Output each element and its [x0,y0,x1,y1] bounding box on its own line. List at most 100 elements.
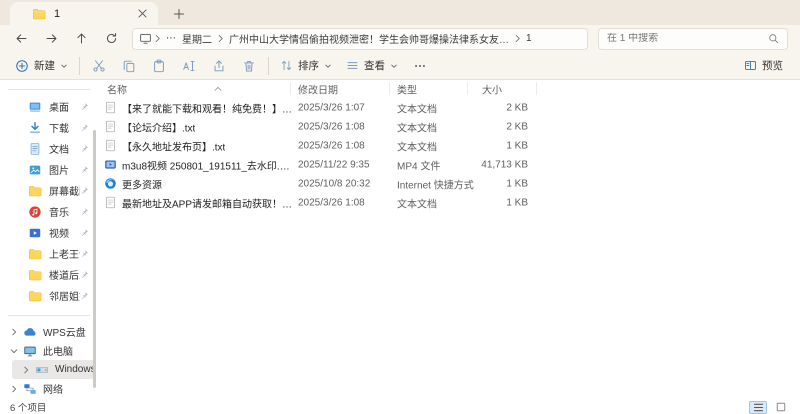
sidebar-item-pinned-folder[interactable]: 楼道后入健身 [0,264,98,285]
sidebar-item-network[interactable]: 网络 [0,379,98,398]
sidebar-item-this-pc[interactable]: 此电脑 [0,341,98,360]
new-button[interactable]: 新建 [8,54,75,78]
folder-icon [28,184,42,198]
details-view-button[interactable] [749,400,767,414]
chevron-right-icon [10,385,18,393]
pin-icon [80,123,89,132]
sidebar-scrollbar[interactable] [93,130,96,388]
pin-icon [80,165,89,174]
pin-icon [80,249,89,258]
chevron-down-icon [324,62,332,70]
paste-button[interactable] [144,54,174,78]
cloud-icon [23,325,37,339]
tab-title: 1 [54,7,61,20]
breadcrumb-day[interactable]: 星期二 [179,31,215,46]
music-icon [28,205,42,219]
pictures-icon [28,163,42,177]
internet-shortcut-icon [104,177,117,190]
navigation-pane: 桌面 下载 文档 图片 屏幕截 音乐 视频 上老王 楼道后 邻居姐 WPS云盘 … [0,80,98,400]
folder-icon [32,7,46,21]
videos-icon [28,226,42,240]
computer-icon [23,344,37,358]
chevron-right-icon [217,34,224,43]
pin-icon [80,186,89,195]
pin-icon [80,291,89,300]
column-header-date[interactable]: 修改日期 [298,82,338,97]
column-divider[interactable] [467,82,468,95]
forward-button[interactable] [38,28,64,50]
sidebar-item-screenshots[interactable]: 屏幕截图 [0,180,98,201]
chevron-right-icon [22,366,30,374]
sidebar-item-pinned-folder[interactable]: 邻居姐姐下班 [0,285,98,306]
tab-close-button[interactable] [134,6,150,22]
breadcrumb-folder[interactable]: 广州中山大学情侣偷拍视频泄密！学生会帅哥爆操法律系女友，淫叫连连 [226,31,512,46]
share-button[interactable] [204,54,234,78]
new-plus-icon [15,59,29,73]
file-row[interactable]: 更多资源 2025/10/8 20:32 Internet 快捷方式 1 KB [98,174,800,193]
view-icon [346,59,359,72]
sidebar-item-downloads[interactable]: 下载 [0,117,98,138]
text-file-icon [104,120,117,133]
sidebar-item-desktop[interactable]: 桌面 [0,96,98,117]
copy-button[interactable] [114,54,144,78]
explorer-tab[interactable]: 1 [10,2,158,25]
back-button[interactable] [8,28,34,50]
rename-button[interactable] [174,54,204,78]
large-icons-view-button[interactable] [772,401,790,414]
column-header-name[interactable]: 名称 [107,82,127,97]
folder-icon [28,247,42,261]
file-row[interactable]: 【永久地址发布页】.txt 2025/3/26 1:08 文本文档 1 KB [98,136,800,155]
items-count: 6 个项目 [10,403,47,414]
text-file-icon [104,196,117,209]
sidebar-item-documents[interactable]: 文档 [0,138,98,159]
column-header-type[interactable]: 类型 [397,82,417,97]
file-row[interactable]: 【来了就能下载和观看！纯免费！】.txt 2025/3/26 1:07 文本文档… [98,98,800,117]
up-button[interactable] [68,28,94,50]
column-headers: 名称 修改日期 类型 大小 [98,80,800,98]
view-button[interactable]: 查看 [339,54,405,78]
folder-icon [28,289,42,303]
new-button-label: 新建 [34,60,55,72]
chevron-down-icon [60,62,68,70]
pin-icon [80,144,89,153]
preview-button-label: 预览 [762,60,783,72]
sidebar-item-pictures[interactable]: 图片 [0,159,98,180]
pin-icon [80,228,89,237]
new-tab-button[interactable] [168,3,190,25]
column-header-size[interactable]: 大小 [482,82,502,97]
search-input[interactable] [607,33,768,44]
chevron-down-icon [390,62,398,70]
pin-icon [80,207,89,216]
sidebar-item-wps-cloud[interactable]: WPS云盘 [0,322,98,341]
sidebar-item-windows-ssd[interactable]: Windows-SSD [12,360,96,379]
breadcrumb-ellipsis[interactable]: ⋯ [163,33,179,44]
pin-icon [80,270,89,279]
toolbar-divider [79,56,80,75]
pin-icon [80,102,89,111]
file-row[interactable]: 最新地址及APP请发邮箱自动获取！！！.txt 2025/3/26 1:08 文… [98,193,800,212]
sort-ascending-icon [214,86,222,92]
sidebar-item-pinned-folder[interactable]: 上老王论坛当 [0,243,98,264]
address-bar[interactable]: ⋯ 星期二 广州中山大学情侣偷拍视频泄密！学生会帅哥爆操法律系女友，淫叫连连 1 [132,27,588,50]
breadcrumb-current[interactable]: 1 [523,33,535,44]
cut-button[interactable] [84,54,114,78]
toolbar-divider [268,56,269,75]
desktop-icon [28,100,42,114]
column-divider[interactable] [290,82,291,95]
file-row[interactable]: 【论坛介绍】.txt 2025/3/26 1:08 文本文档 2 KB [98,117,800,136]
chevron-right-icon [10,328,18,336]
sidebar-item-music[interactable]: 音乐 [0,201,98,222]
content-area: 桌面 下载 文档 图片 屏幕截 音乐 视频 上老王 楼道后 邻居姐 WPS云盘 … [0,80,800,400]
file-row[interactable]: m3u8视频 250801_191511_去水印.mp4 2025/11/22 … [98,155,800,174]
delete-button[interactable] [234,54,264,78]
status-bar: 6 个项目 [0,400,800,414]
sidebar-item-videos[interactable]: 视频 [0,222,98,243]
preview-button[interactable]: 预览 [737,54,790,78]
column-divider[interactable] [389,82,390,95]
refresh-button[interactable] [98,28,124,50]
column-divider[interactable] [536,82,537,95]
sort-button[interactable]: 排序 [273,54,339,78]
chevron-down-icon [10,347,18,355]
search-box[interactable] [598,27,788,50]
more-options-button[interactable] [405,54,435,78]
